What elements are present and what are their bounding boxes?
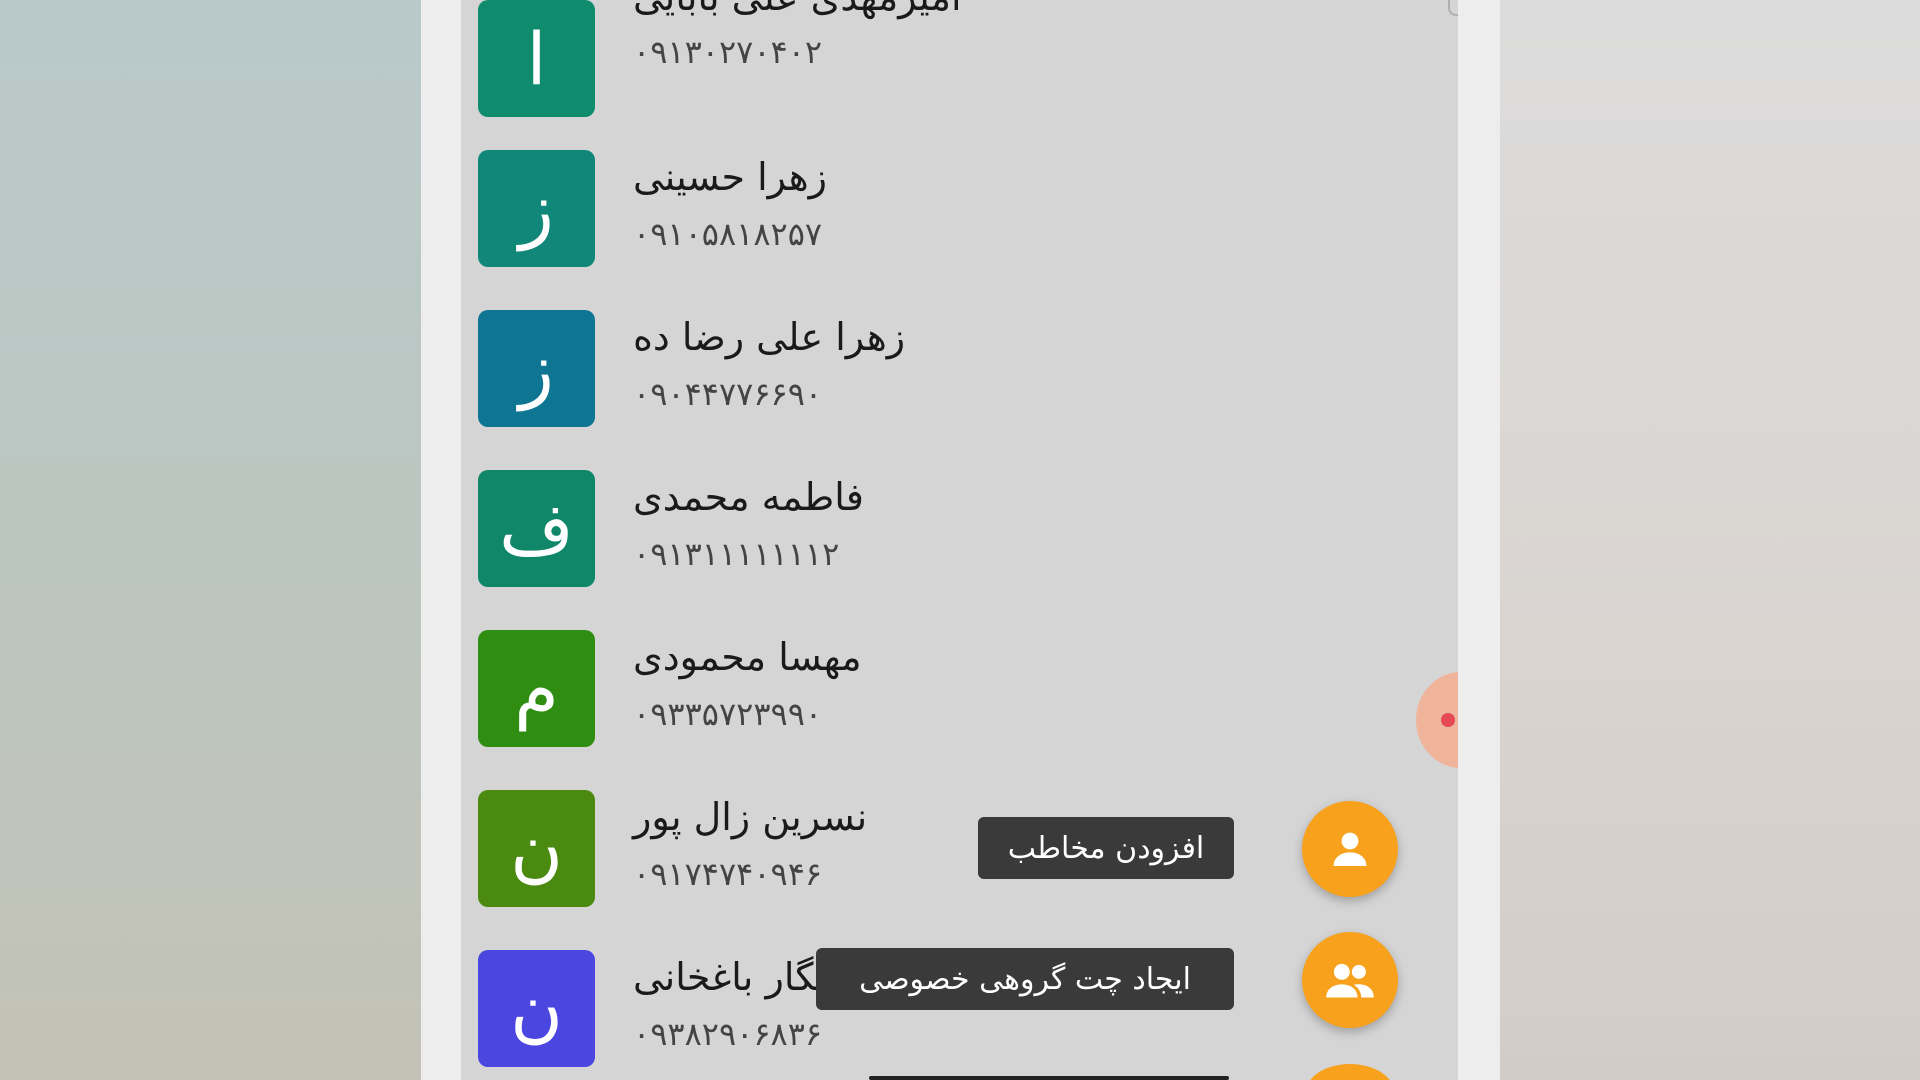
contact-name: نسرین زال پور xyxy=(633,795,868,839)
avatar-initial: ن xyxy=(510,806,563,891)
background-left xyxy=(0,0,421,1080)
contact-row[interactable]: م مهسا محمودی ۰۹۳۳۵۷۲۳۹۹۰ xyxy=(461,615,1458,775)
scrollbar[interactable] xyxy=(1448,0,1458,16)
avatar-initial: ا xyxy=(526,16,547,101)
contact-avatar: ز xyxy=(478,150,595,267)
contact-avatar: ن xyxy=(478,790,595,907)
contact-avatar: م xyxy=(478,630,595,747)
avatar-initial: ن xyxy=(510,966,563,1051)
contact-row[interactable]: ز زهرا علی رضا ده ۰۹۰۴۴۷۷۶۶۹۰ xyxy=(461,295,1458,455)
contact-phone: ۰۹۳۸۲۹۰۶۸۳۶ xyxy=(633,1015,823,1053)
contact-phone: ۰۹۱۰۵۸۱۸۲۵۷ xyxy=(633,215,823,253)
contact-name: فاطمه محمدی xyxy=(633,475,864,519)
create-group-tooltip: ایجاد چت گروهی خصوصی xyxy=(816,948,1234,1010)
contact-name: امیرمهدی علی بابایی xyxy=(633,0,962,19)
contact-row[interactable]: ا امیرمهدی علی بابایی ۰۹۱۳۰۲۷۰۴۰۲ xyxy=(461,0,1458,135)
contact-phone: ۰۹۰۴۴۷۷۶۶۹۰ xyxy=(633,375,823,413)
notification-dot xyxy=(1441,713,1455,727)
contact-avatar: ف xyxy=(478,470,595,587)
background-right xyxy=(1500,0,1920,1080)
contact-phone: ۰۹۱۳۰۲۷۰۴۰۲ xyxy=(633,33,823,71)
contact-avatar: ز xyxy=(478,310,595,427)
contact-avatar: ن xyxy=(478,950,595,1067)
contacts-screen: ا امیرمهدی علی بابایی ۰۹۱۳۰۲۷۰۴۰۲ ز زهرا… xyxy=(461,0,1458,1080)
contact-avatar: ا xyxy=(478,0,595,117)
contact-phone: ۰۹۳۳۵۷۲۳۹۹۰ xyxy=(633,695,823,733)
contact-row[interactable]: ز زهرا حسینی ۰۹۱۰۵۸۱۸۲۵۷ xyxy=(461,135,1458,295)
contact-row[interactable]: ف فاطمه محمدی ۰۹۱۳۱۱۱۱۱۱۱۲ xyxy=(461,455,1458,615)
contact-name: زهرا علی رضا ده xyxy=(633,315,906,359)
contact-name: زهرا حسینی xyxy=(633,155,827,199)
group-icon xyxy=(1326,963,1374,998)
avatar-initial: ز xyxy=(519,326,554,411)
add-contact-tooltip: افزودن مخاطب xyxy=(978,817,1234,879)
contact-name: مهسا محمودی xyxy=(633,635,862,679)
person-icon xyxy=(1333,832,1367,866)
create-group-button[interactable] xyxy=(1302,932,1398,1028)
avatar-initial: ف xyxy=(499,486,574,571)
contact-name: نگار باغخانی xyxy=(633,955,827,999)
contact-phone: ۰۹۱۳۱۱۱۱۱۱۱۲ xyxy=(633,535,840,573)
avatar-initial: م xyxy=(514,646,559,731)
create-group-label: ایجاد چت گروهی خصوصی xyxy=(859,961,1191,997)
bottom-divider xyxy=(869,1076,1229,1080)
avatar-initial: ز xyxy=(519,166,554,251)
add-contact-label: افزودن مخاطب xyxy=(1007,830,1205,866)
add-contact-button[interactable] xyxy=(1302,801,1398,897)
contact-phone: ۰۹۱۷۴۷۴۰۹۴۶ xyxy=(633,855,823,893)
